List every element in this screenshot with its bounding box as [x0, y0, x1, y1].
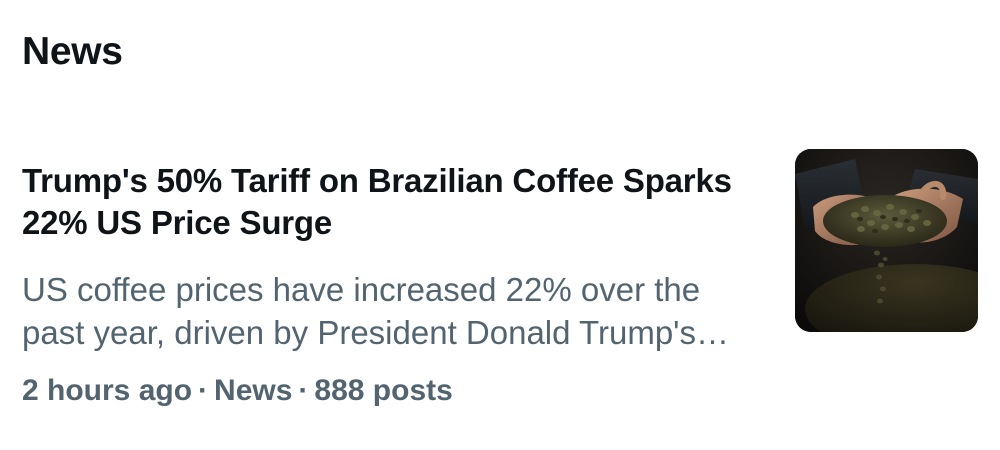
section-title: News	[22, 30, 123, 73]
news-section: News Trump's 50% Tariff on Brazilian Cof…	[0, 0, 1000, 450]
meta-separator: ·	[298, 374, 309, 407]
news-summary: US coffee prices have increased 22% over…	[22, 271, 701, 351]
news-thumbnail	[795, 149, 978, 332]
news-timestamp: 2 hours ago	[22, 374, 193, 407]
news-card[interactable]: Trump's 50% Tariff on Brazilian Coffee S…	[0, 140, 1000, 430]
news-post-count: 888 posts	[314, 374, 453, 407]
news-meta: 2 hours ago · News · 888 posts	[22, 374, 453, 408]
coffee-beans-image	[795, 149, 978, 332]
news-headline: Trump's 50% Tariff on Brazilian Coffee S…	[22, 162, 732, 241]
meta-separator: ·	[198, 374, 209, 407]
news-category: News	[214, 374, 293, 407]
